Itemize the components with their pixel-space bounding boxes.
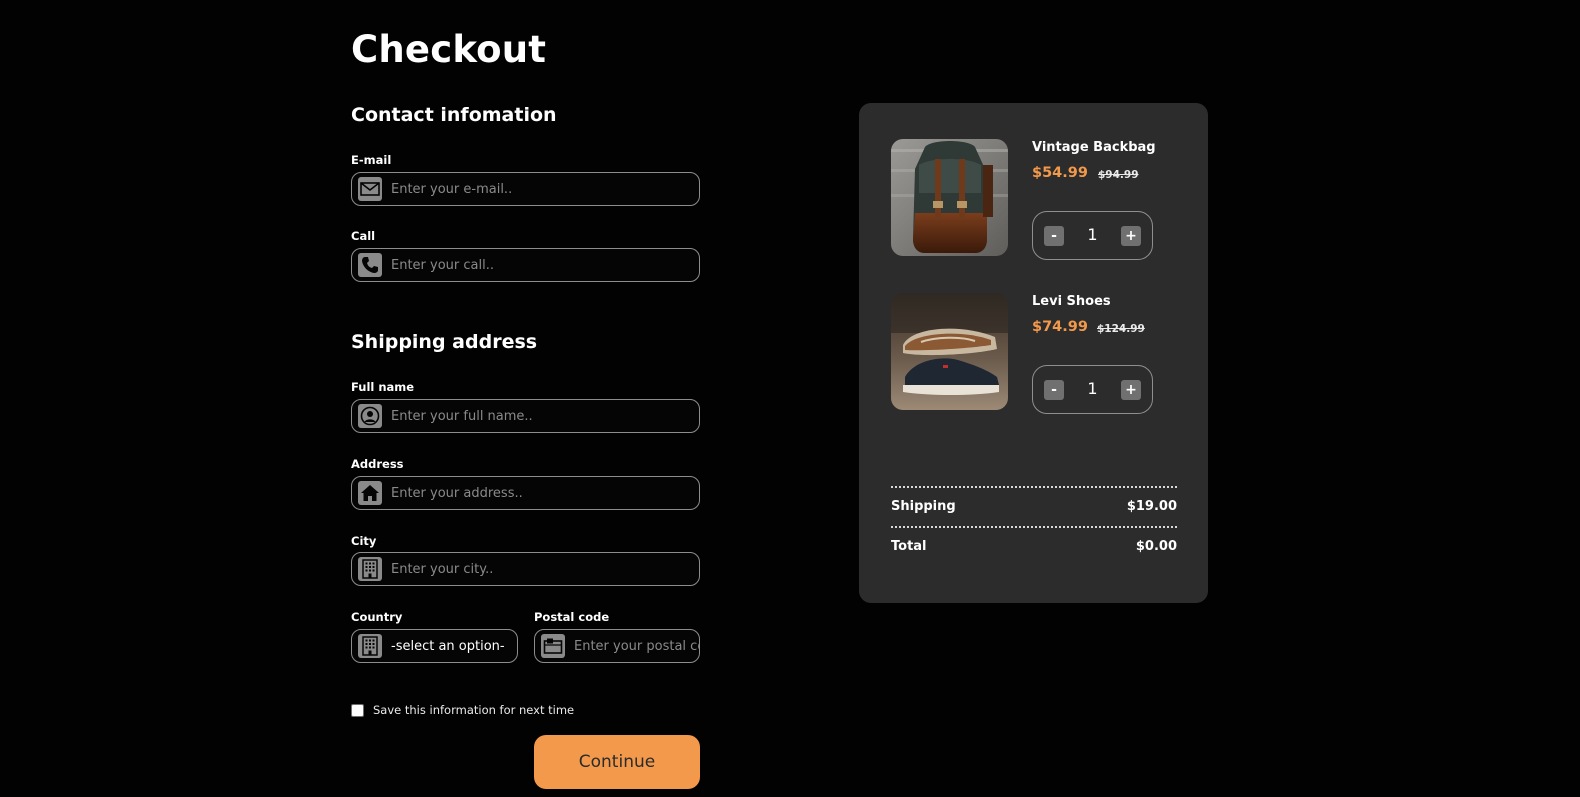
home-icon: [358, 481, 382, 505]
increase-quantity-button[interactable]: +: [1121, 226, 1141, 246]
checkout-page: Checkout Contact infomation E-mail Call …: [0, 0, 1580, 797]
mailbox-icon: [541, 634, 565, 658]
product-image-backpack: [891, 139, 1008, 256]
postal-code-field-container[interactable]: [534, 629, 700, 663]
total-label: Total: [891, 539, 927, 554]
city-label: City: [351, 534, 377, 548]
email-input[interactable]: [391, 181, 699, 197]
quantity-stepper: - 1 +: [1032, 211, 1153, 260]
divider: [891, 486, 1177, 488]
phone-icon: [358, 253, 382, 277]
country-select[interactable]: -select an option-: [351, 629, 518, 663]
call-field-container[interactable]: [351, 248, 700, 282]
call-label: Call: [351, 229, 376, 243]
save-info-row: Save this information for next time: [351, 703, 574, 717]
save-info-label[interactable]: Save this information for next time: [373, 703, 574, 717]
city-input[interactable]: [391, 561, 699, 577]
page-title: Checkout: [351, 28, 547, 71]
product-price: $74.99: [1032, 319, 1088, 335]
city-field-container[interactable]: [351, 552, 700, 586]
product-old-price: $94.99: [1098, 169, 1139, 181]
divider: [891, 526, 1177, 528]
email-field-container[interactable]: [351, 172, 700, 206]
building-icon: [358, 557, 382, 581]
product-name: Vintage Backbag: [1032, 140, 1156, 155]
save-info-checkbox[interactable]: [351, 703, 364, 717]
country-label: Country: [351, 610, 403, 624]
postal-code-label: Postal code: [534, 610, 610, 624]
address-field-container[interactable]: [351, 476, 700, 510]
continue-button[interactable]: Continue: [534, 735, 700, 789]
user-circle-icon: [358, 404, 382, 428]
call-input[interactable]: [391, 257, 699, 273]
shipping-heading: Shipping address: [351, 331, 538, 353]
contact-heading: Contact infomation: [351, 104, 557, 126]
order-summary-card: Vintage Backbag $54.99 $94.99 - 1 + Levi…: [859, 103, 1208, 603]
shipping-value: $19.00: [1126, 499, 1177, 514]
backpack-photo: [891, 139, 1008, 256]
country-selected-value[interactable]: -select an option-: [391, 639, 517, 654]
product-image-shoes: [891, 293, 1008, 410]
envelope-icon: [358, 177, 382, 201]
full-name-label: Full name: [351, 380, 415, 394]
email-label: E-mail: [351, 153, 392, 167]
address-label: Address: [351, 457, 404, 471]
full-name-field-container[interactable]: [351, 399, 700, 433]
shoes-photo: [891, 293, 1008, 410]
increase-quantity-button[interactable]: +: [1121, 380, 1141, 400]
building-icon: [358, 634, 382, 658]
total-value: $0.00: [1135, 539, 1177, 554]
quantity-stepper: - 1 +: [1032, 365, 1153, 414]
product-price: $54.99: [1032, 165, 1088, 181]
full-name-input[interactable]: [391, 408, 699, 424]
product-old-price: $124.99: [1097, 323, 1145, 335]
shipping-label: Shipping: [891, 499, 956, 514]
address-input[interactable]: [391, 485, 699, 501]
postal-code-input[interactable]: [574, 638, 699, 654]
product-name: Levi Shoes: [1032, 294, 1111, 309]
